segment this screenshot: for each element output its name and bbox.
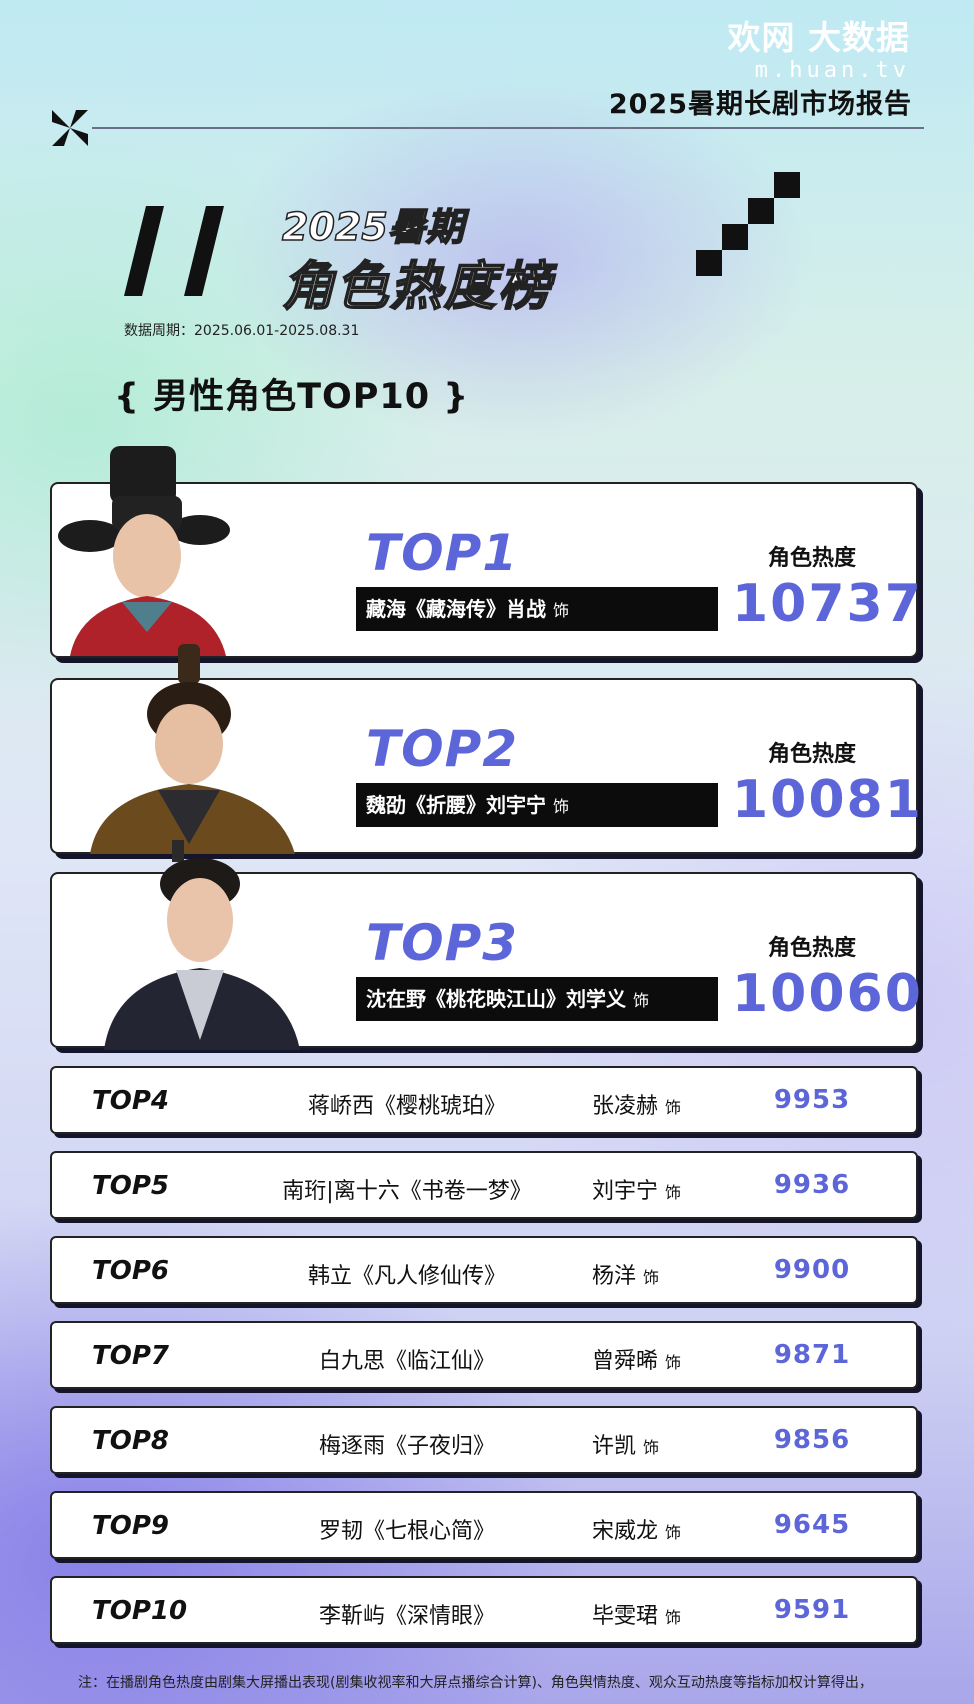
rank-label: TOP2 [366,720,519,778]
actor-portrait [104,840,300,1050]
ranking-row: TOP9 罗韧《七根心简》 宋威龙 饰 9645 [50,1491,918,1559]
rank-label: TOP7 [92,1341,169,1371]
ranking-title: 角色热度榜 [281,256,553,318]
brand-block: 欢网 大数据 m.huan.tv [728,18,911,84]
actor-text: 曾舜晞 [592,1349,659,1374]
rank-label: TOP9 [92,1511,169,1541]
heat-value: 9856 [773,1425,851,1455]
slash-marks-icon [124,206,224,296]
section-title: { 男性角色TOP10 } [114,377,470,417]
act-suffix: 饰 [665,1608,682,1627]
act-suffix: 饰 [665,1183,682,1202]
role-bar: 魏劭《折腰》刘宇宁 饰 [356,783,718,827]
act-suffix: 饰 [665,1353,682,1372]
heat-value: 9871 [773,1340,851,1370]
actor-text: 毕雯珺 [592,1604,659,1629]
act-suffix: 饰 [643,1438,660,1457]
heat-label: 角色热度 [767,742,856,767]
heat-value: 10737 [732,574,923,634]
ranking-row: TOP4 蒋峤西《樱桃琥珀》 张凌赫 饰 9953 [50,1066,918,1134]
actor-name: 杨洋 饰 [592,1258,742,1290]
actor-text: 刘宇宁 [592,1179,659,1204]
role-text: 梅逐雨《子夜归》 [318,1434,495,1459]
heat-label: 角色热度 [767,546,856,571]
period-title: 2025暑期 [281,204,464,250]
role-text: 藏海《藏海传》肖战 [366,597,546,621]
brand-logo: 欢网 大数据 [727,18,910,57]
rank-label: TOP8 [92,1426,169,1456]
act-suffix: 饰 [643,1268,660,1287]
actor-text: 张凌赫 [592,1094,659,1119]
heat-value: 10060 [732,964,923,1024]
data-period: 数据周期：2025.06.01-2025.08.31 [124,323,360,339]
ranking-row: TOP8 梅逐雨《子夜归》 许凯 饰 9856 [50,1406,918,1474]
role-text: 白九思《临江仙》 [318,1349,495,1374]
actor-name: 张凌赫 饰 [592,1088,742,1120]
ranking-row: TOP5 南珩|离十六《书卷一梦》 刘宇宁 饰 9936 [50,1151,918,1219]
heat-value: 9645 [773,1510,851,1540]
heat-label: 角色热度 [767,936,856,961]
act-suffix: 饰 [552,601,569,620]
heat-value: 9936 [773,1170,851,1200]
actor-name: 许凯 饰 [592,1428,742,1460]
actor-name: 曾舜晞 饰 [592,1343,742,1375]
header-divider [92,127,924,129]
role-text: 李靳屿《深情眼》 [318,1604,495,1629]
actor-name: 宋威龙 饰 [592,1513,742,1545]
act-suffix: 饰 [665,1523,682,1542]
actor-text: 杨洋 [592,1264,637,1289]
heat-value: 10081 [732,770,923,830]
report-title: 2025暑期长剧市场报告 [608,89,912,120]
heat-value: 9900 [773,1255,851,1285]
heat-value: 9953 [773,1085,851,1115]
role-bar: 藏海《藏海传》肖战 饰 [356,587,718,631]
actor-name: 毕雯珺 饰 [592,1598,742,1630]
rank-label: TOP10 [92,1596,188,1626]
ranking-row: TOP10 李靳屿《深情眼》 毕雯珺 饰 9591 [50,1576,918,1644]
role-text: 韩立《凡人修仙传》 [307,1264,506,1289]
act-suffix: 饰 [665,1098,682,1117]
rank-label: TOP5 [92,1171,169,1201]
rank-label: TOP1 [366,524,519,582]
role-text: 魏劭《折腰》刘宇宁 [366,793,546,817]
act-suffix: 饰 [552,797,569,816]
act-suffix: 饰 [632,991,649,1010]
ranking-row: TOP7 白九思《临江仙》 曾舜晞 饰 9871 [50,1321,918,1389]
actor-text: 宋威龙 [592,1519,659,1544]
role-text: 蒋峤西《樱桃琥珀》 [307,1094,506,1119]
actor-portrait [58,446,230,656]
rank-label: TOP3 [366,914,519,972]
role-text: 南珩|离十六《书卷一梦》 [282,1179,532,1204]
role-text: 罗韧《七根心简》 [318,1519,495,1544]
heat-value: 9591 [773,1595,851,1625]
brand-url: m.huan.tv [754,58,910,83]
ranking-row: TOP6 韩立《凡人修仙传》 杨洋 饰 9900 [50,1236,918,1304]
pixel-stairs-icon [696,172,800,276]
actor-text: 许凯 [592,1434,637,1459]
rank-label: TOP4 [92,1086,169,1116]
role-text: 沈在野《桃花映江山》刘学义 [366,987,626,1011]
rank-label: TOP6 [92,1256,169,1286]
pinwheel-icon [52,110,88,146]
actor-portrait [90,644,295,854]
role-bar: 沈在野《桃花映江山》刘学义 饰 [356,977,718,1021]
actor-name: 刘宇宁 饰 [592,1173,742,1205]
footnote: 注：在播剧角色热度由剧集大屏播出表现(剧集收视率和大屏点播综合计算)、角色舆情热… [78,1675,873,1691]
